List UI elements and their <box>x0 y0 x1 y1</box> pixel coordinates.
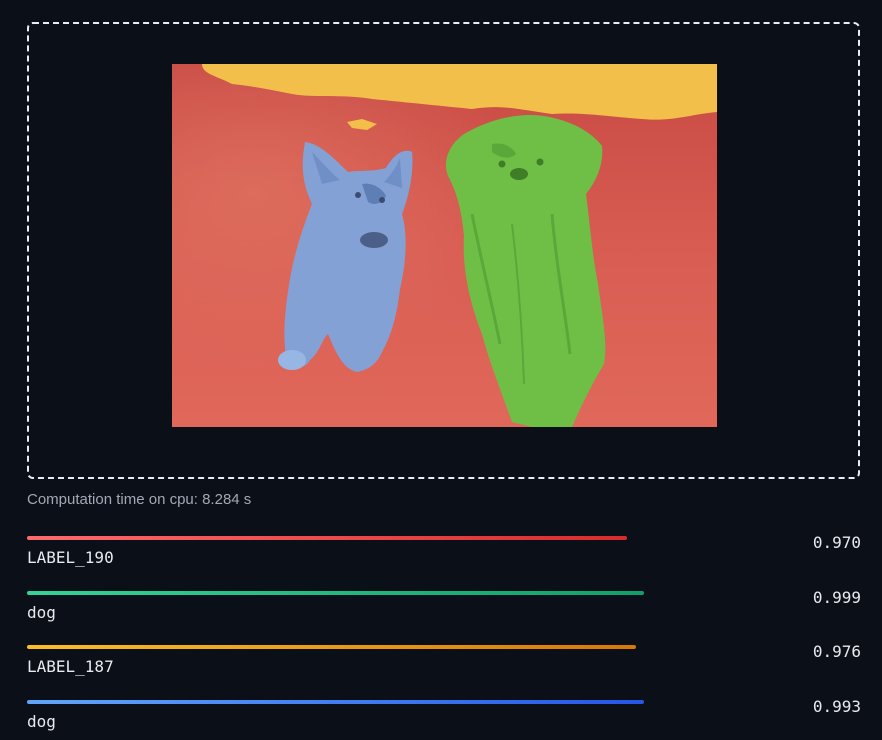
result-label: dog <box>27 712 56 731</box>
computation-time: Computation time on cpu: 8.284 s <box>27 491 252 508</box>
result-score: 0.999 <box>812 588 861 607</box>
result-label: LABEL_190 <box>27 548 114 567</box>
result-score: 0.970 <box>812 533 861 552</box>
result-row: dog 0.999 <box>27 588 861 631</box>
score-bar <box>27 700 645 704</box>
result-label: dog <box>27 603 56 622</box>
result-row: LABEL_187 0.976 <box>27 642 861 685</box>
result-row: dog 0.993 <box>27 697 861 740</box>
image-dropzone[interactable] <box>27 22 860 479</box>
score-bar <box>27 536 628 540</box>
top-fragment <box>0 0 882 10</box>
segmentation-image <box>172 64 717 427</box>
result-row: LABEL_190 0.970 <box>27 533 861 576</box>
app-page: Computation time on cpu: 8.284 s LABEL_1… <box>0 0 882 740</box>
score-bar <box>27 645 636 649</box>
result-label: LABEL_187 <box>27 657 114 676</box>
result-score: 0.976 <box>812 642 861 661</box>
score-bar <box>27 591 645 595</box>
result-score: 0.993 <box>812 697 861 716</box>
